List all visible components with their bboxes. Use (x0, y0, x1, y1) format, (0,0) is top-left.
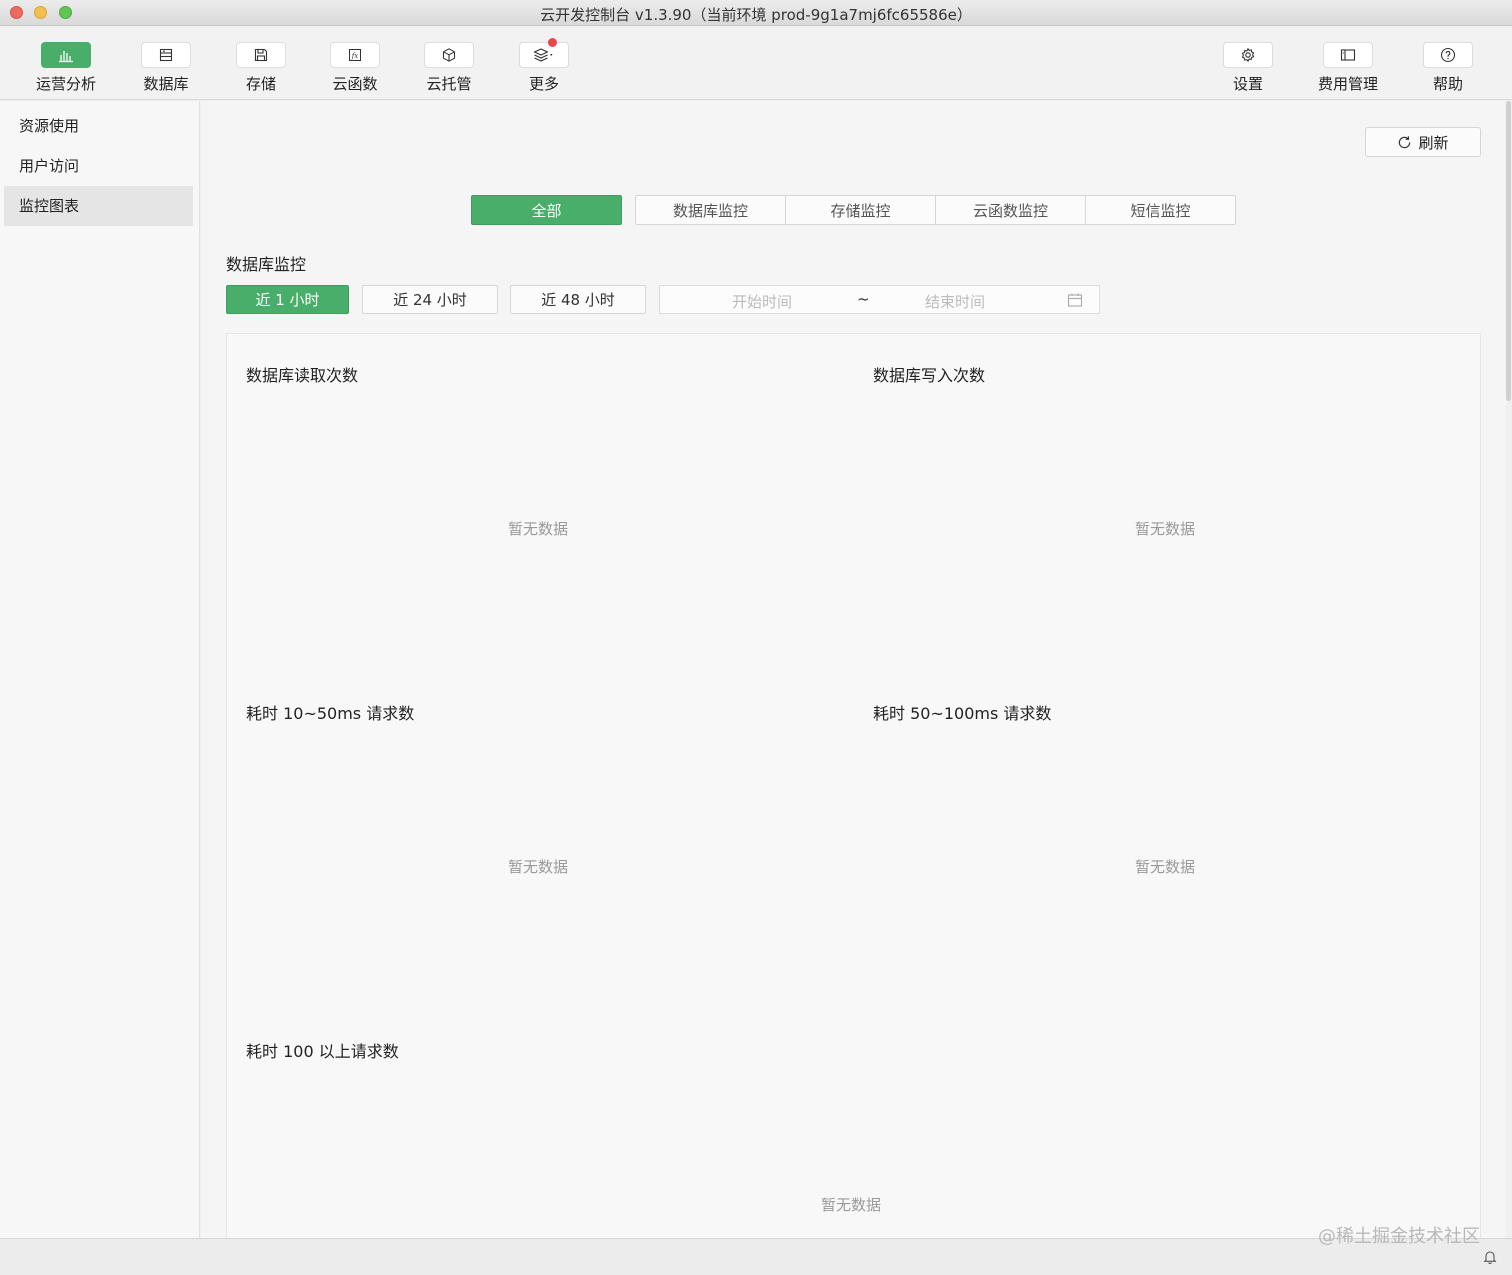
toolbar-cloud-hosting-button[interactable]: 云托管 (409, 42, 489, 94)
main-toolbar: 运营分析 数据库 存储 fx 云函数 云托管 更多 设置 费用管理 帮助 (0, 27, 1512, 100)
database-icon (159, 48, 173, 62)
window-title: 云开发控制台 v1.3.90（当前环境 prod-9g1a7mj6fc65586… (540, 6, 972, 24)
empty-state: 暂无数据 (1135, 858, 1196, 876)
sidebar-item-resource-usage[interactable]: 资源使用 (4, 106, 193, 146)
tab-sms-monitor[interactable]: 短信监控 (1085, 195, 1236, 225)
help-icon (1440, 47, 1456, 63)
toolbar-label: 更多 (528, 75, 559, 93)
toolbar-label: 云函数 (332, 75, 378, 93)
empty-state: 暂无数据 (508, 858, 569, 876)
toolbar-label: 数据库 (143, 75, 189, 93)
toolbar-more-button[interactable]: 更多 (504, 38, 584, 94)
layers-icon (533, 48, 553, 62)
bell-icon (1483, 1251, 1497, 1265)
range-1h-button[interactable]: 近 1 小时 (226, 285, 349, 314)
function-icon: fx (349, 49, 361, 61)
tab-function-monitor[interactable]: 云函数监控 (935, 195, 1086, 225)
toolbar-billing-button[interactable]: 费用管理 (1308, 42, 1388, 94)
watermark: @稀土掘金技术社区 (1318, 1226, 1480, 1247)
start-time-input[interactable]: 开始时间 (732, 291, 792, 312)
chart-title: 耗时 50~100ms 请求数 (873, 704, 1052, 723)
chart-title: 数据库写入次数 (873, 366, 986, 385)
status-bar: @稀土掘金技术社区 (0, 1226, 1512, 1275)
wallet-icon (1340, 49, 1356, 61)
tab-database-monitor[interactable]: 数据库监控 (635, 195, 786, 225)
chart-title: 数据库读取次数 (246, 366, 359, 385)
toolbar-label: 设置 (1232, 75, 1263, 93)
section-title: 数据库监控 (226, 255, 307, 274)
range-24h-button[interactable]: 近 24 小时 (362, 285, 498, 314)
vertical-scrollbar[interactable] (1506, 101, 1512, 1238)
toolbar-label: 帮助 (1432, 75, 1463, 93)
sidebar: 资源使用 用户访问 监控图表 (0, 101, 200, 1238)
title-bar: 云开发控制台 v1.3.90（当前环境 prod-9g1a7mj6fc65586… (0, 0, 1512, 26)
toolbar-label: 存储 (245, 75, 276, 93)
end-time-input[interactable]: 结束时间 (925, 291, 985, 312)
refresh-button[interactable]: 刷新 (1365, 127, 1481, 157)
toolbar-settings-button[interactable]: 设置 (1208, 42, 1288, 94)
notification-dot (548, 38, 557, 47)
scrollbar-thumb[interactable] (1506, 101, 1511, 401)
chart-title: 耗时 10~50ms 请求数 (246, 704, 415, 723)
notification-button[interactable] (1482, 1249, 1498, 1269)
empty-state: 暂无数据 (508, 520, 569, 538)
toolbar-label: 云托管 (426, 75, 472, 93)
refresh-label: 刷新 (1418, 133, 1449, 152)
toolbar-label: 运营分析 (35, 75, 96, 93)
floppy-disk-icon (254, 48, 268, 62)
empty-state: 暂无数据 (1135, 520, 1196, 538)
svg-text:fx: fx (351, 52, 359, 60)
toolbar-cloud-function-button[interactable]: fx 云函数 (315, 42, 395, 94)
toolbar-storage-button[interactable]: 存储 (221, 42, 301, 94)
date-range-picker[interactable]: 开始时间 ~ 结束时间 (659, 285, 1100, 314)
charts-panel: 数据库读取次数 暂无数据 数据库写入次数 暂无数据 耗时 10~50ms 请求数… (226, 333, 1481, 1243)
tab-storage-monitor[interactable]: 存储监控 (785, 195, 936, 225)
main-content: 刷新 全部 数据库监控 存储监控 云函数监控 短信监控 数据库监控 近 1 小时… (201, 101, 1506, 1243)
sidebar-item-user-access[interactable]: 用户访问 (4, 146, 193, 186)
range-48h-button[interactable]: 近 48 小时 (510, 285, 646, 314)
cube-icon (442, 48, 456, 62)
toolbar-help-button[interactable]: 帮助 (1408, 42, 1488, 94)
sidebar-item-monitoring-charts[interactable]: 监控图表 (4, 186, 193, 226)
chart-title: 耗时 100 以上请求数 (246, 1042, 399, 1061)
date-separator: ~ (857, 290, 870, 308)
gear-icon (1241, 47, 1255, 63)
calendar-icon (1067, 293, 1083, 307)
toolbar-database-button[interactable]: 数据库 (126, 42, 206, 94)
tab-all[interactable]: 全部 (471, 195, 622, 225)
toolbar-label: 费用管理 (1317, 75, 1378, 93)
refresh-icon (1399, 135, 1411, 148)
bar-chart-icon (59, 51, 73, 63)
toolbar-analytics-button[interactable]: 运营分析 (26, 42, 106, 94)
empty-state: 暂无数据 (821, 1196, 882, 1214)
